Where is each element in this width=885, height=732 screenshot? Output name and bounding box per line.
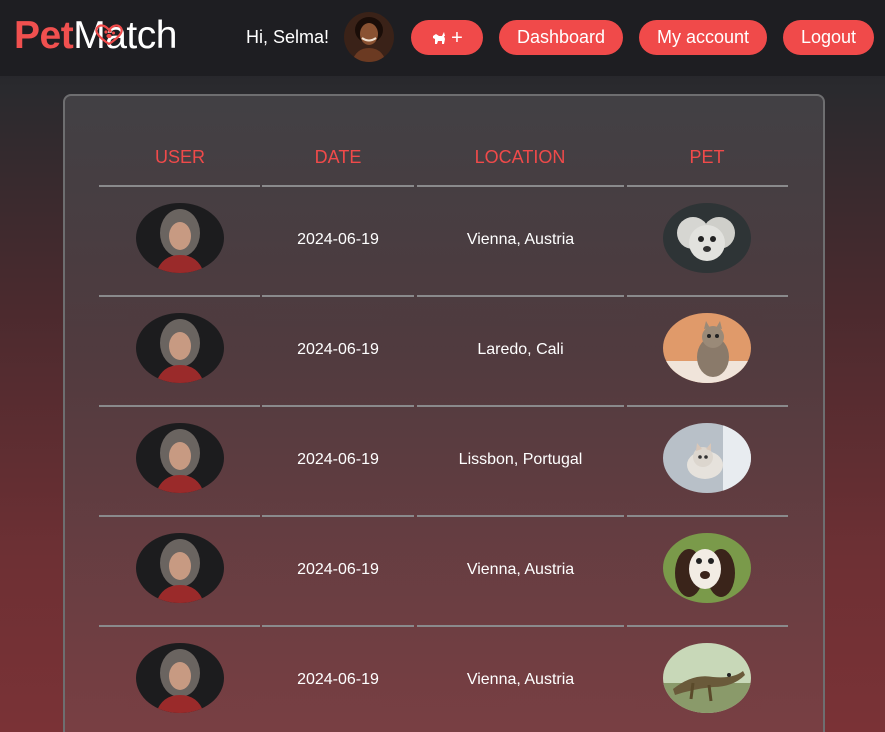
pet-photo-tabby-cat[interactable] [663,313,751,383]
column-header-user: USER [154,147,205,167]
location-cell: Vienna, Austria [466,561,575,578]
avatar-image [344,12,394,62]
user-avatar[interactable] [344,12,394,62]
top-nav: PetMatch Hi, Selma! + Dashboard My accou… [0,0,885,76]
column-header-location: LOCATION [474,147,566,167]
dog-icon [433,31,446,44]
adoptions-panel [63,94,825,732]
date-cell: 2024-06-19 [297,671,379,688]
column-header-date: DATE [314,147,362,167]
add-pet-button[interactable]: + [411,20,483,55]
user-photo [136,313,224,383]
heart-paw-icon [95,24,123,45]
dashboard-button[interactable]: Dashboard [499,20,623,55]
user-photo [136,533,224,603]
location-cell: Lissbon, Portugal [458,451,583,468]
my-account-button[interactable]: My account [639,20,767,55]
date-cell: 2024-06-19 [297,451,379,468]
date-cell: 2024-06-19 [297,561,379,578]
petmatch-logo[interactable]: PetMatch [14,14,177,58]
column-header-pet: PET [689,147,725,167]
user-photo [136,203,224,273]
pet-photo-lizard[interactable] [663,643,751,713]
pet-photo-poodle[interactable] [663,203,751,273]
date-cell: 2024-06-19 [297,231,379,248]
user-photo [136,423,224,493]
location-cell: Vienna, Austria [466,231,575,248]
user-photo [136,643,224,713]
date-cell: 2024-06-19 [297,341,379,358]
pet-photo-white-cat[interactable] [663,423,751,493]
location-cell: Vienna, Austria [466,671,575,688]
logout-button[interactable]: Logout [783,20,874,55]
location-cell: Laredo, Cali [477,341,564,358]
greeting-text: Hi, Selma! [246,27,330,47]
pet-photo-spaniel[interactable] [663,533,751,603]
